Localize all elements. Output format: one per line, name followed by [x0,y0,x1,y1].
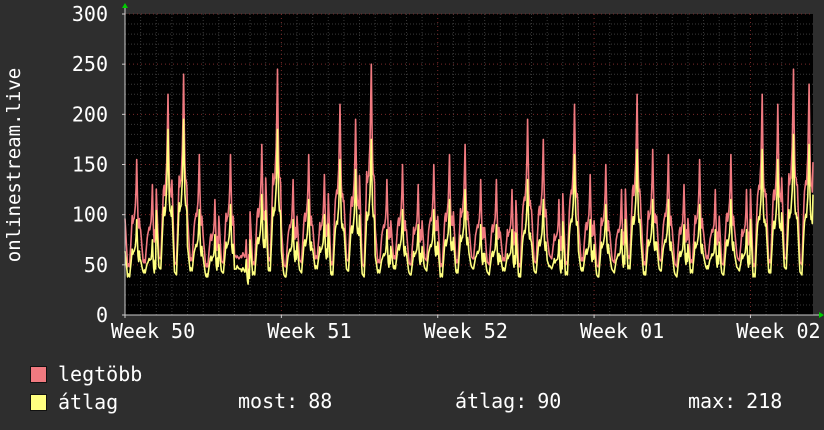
legend-swatch-max [30,366,47,383]
y-tick-label: 250 [72,52,108,76]
stat-current-value: 88 [308,389,333,413]
legend-label-avg: átlag [58,390,119,414]
y-tick-label: 300 [72,2,108,26]
stat-max-value: 218 [746,389,783,413]
stat-average-label: átlag: [455,389,528,413]
stat-current: most: 88 [238,390,332,412]
y-axis-label: onlinestream.live [3,68,25,262]
y-tick-label: 50 [84,253,108,277]
y-tick-label: 0 [96,303,108,327]
x-tick-label: Week 50 [111,319,195,343]
y-axis-arrow-icon [122,3,128,8]
x-axis-arrow-icon [819,312,824,318]
x-tick-label: Week 01 [580,319,664,343]
x-tick-label: Week 02 [736,319,820,343]
stat-max: max: 218 [688,390,782,412]
stat-average: átlag: 90 [455,390,561,412]
x-tick-label: Week 51 [267,319,351,343]
legend-label-max: legtöbb [58,362,143,386]
stat-current-label: most: [238,389,299,413]
x-tick-label: Week 52 [424,319,508,343]
y-tick-label: 150 [72,153,108,177]
y-tick-label: 200 [72,102,108,126]
y-tick-labels: 0 50 100 150 200 250 300 [72,2,108,327]
stat-max-label: max: [688,389,737,413]
y-tick-label: 100 [72,203,108,227]
stat-average-value: 90 [537,389,562,413]
legend-swatch-avg [30,394,47,411]
x-tick-labels: Week 50 Week 51 Week 52 Week 01 Week 02 [111,319,821,343]
throughput-chart: 0 50 100 150 200 250 300 Week 50 Week 51 Week 52… [3,2,824,343]
